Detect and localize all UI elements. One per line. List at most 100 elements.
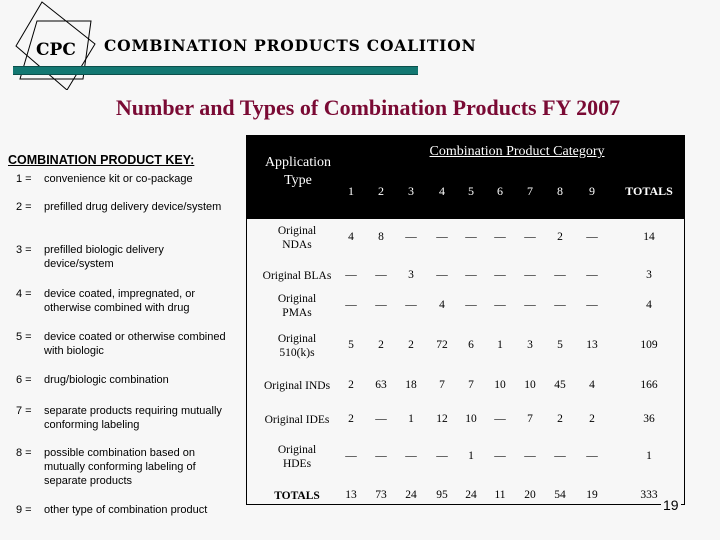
key-item: 6 = drug/biologic combination [16, 373, 234, 387]
table-cell: 4 [589, 379, 595, 391]
key-number: 8 = [16, 447, 32, 459]
table-cell: 45 [554, 379, 566, 391]
row-label: Original PMAs [277, 293, 317, 319]
table-cell: — [586, 269, 598, 281]
row-label: Original 510(k)s [277, 333, 317, 359]
key-item: 7 = separate products requiring mutually … [16, 404, 234, 432]
table-cell: 2 [408, 339, 414, 351]
column-header-totals: TOTALS [625, 184, 673, 198]
key-description: drug/biologic combination [44, 374, 169, 386]
table-cell: — [554, 299, 566, 311]
table-cell: 11 [494, 489, 506, 501]
table-cell: 72 [436, 339, 448, 351]
table-cell: 7 [439, 379, 445, 391]
key-item: 2 = prefilled drug delivery device/system [16, 200, 234, 214]
table-cell: 2 [348, 413, 354, 425]
key-description: prefilled drug delivery device/system [44, 201, 222, 213]
table-cell: 10 [494, 379, 506, 391]
table-cell: 24 [465, 489, 477, 501]
column-header: 5 [468, 184, 474, 198]
table-cell: — [524, 450, 536, 462]
table-cell: — [405, 299, 417, 311]
key-description: device coated, impregnated, or otherwise… [44, 288, 196, 314]
column-header: 1 [348, 184, 354, 198]
table-cell: — [524, 231, 536, 243]
table-header: Application Type Combination Product Cat… [247, 136, 684, 219]
data-table: Application Type Combination Product Cat… [246, 135, 685, 505]
table-cell: — [494, 299, 506, 311]
row-label: Original IDEs [264, 414, 330, 426]
key-item: 9 = other type of combination product [16, 503, 234, 517]
row-total-cell: 1 [646, 450, 652, 462]
table-cell: — [524, 299, 536, 311]
table-cell: 4 [439, 299, 445, 311]
column-header: 6 [497, 184, 503, 198]
table-cell: 2 [557, 231, 563, 243]
key-description: convenience kit or co-package [44, 173, 193, 185]
table-cell: — [436, 450, 448, 462]
table-cell: 1 [468, 450, 474, 462]
row-total-cell: 14 [643, 231, 655, 243]
key-description: prefilled biologic delivery device/syste… [44, 244, 164, 270]
key-number: 4 = [16, 288, 32, 300]
row-total-cell: 166 [640, 379, 658, 391]
row-label: TOTALS [274, 490, 320, 502]
table-cell: 3 [408, 269, 414, 281]
key-number: 2 = [16, 201, 32, 213]
table-cell: 20 [524, 489, 536, 501]
table-cell: — [345, 299, 357, 311]
key-description: separate products requiring mutually con… [44, 405, 222, 431]
column-header: 7 [527, 184, 533, 198]
table-cell: — [586, 231, 598, 243]
table-cell: 2 [348, 379, 354, 391]
table-cell: — [436, 269, 448, 281]
table-cell: 4 [348, 231, 354, 243]
table-cell: — [375, 450, 387, 462]
table-cell: 18 [405, 379, 417, 391]
table-cell: — [405, 231, 417, 243]
table-cell: — [436, 231, 448, 243]
key-number: 9 = [16, 504, 32, 516]
table-cell: — [375, 269, 387, 281]
table-cell: 1 [497, 339, 503, 351]
table-cell: 19 [586, 489, 598, 501]
table-cell: — [494, 450, 506, 462]
table-cell: 95 [436, 489, 448, 501]
table-cell: 13 [345, 489, 357, 501]
key-number: 7 = [16, 405, 32, 417]
table-cell: — [375, 299, 387, 311]
table-cell: 54 [554, 489, 566, 501]
table-cell: — [494, 231, 506, 243]
key-description: other type of combination product [44, 504, 208, 516]
table-cell: 2 [557, 413, 563, 425]
key-item: 5 = device coated or otherwise combined w… [16, 330, 234, 358]
table-cell: — [494, 413, 506, 425]
table-cell: 63 [375, 379, 387, 391]
row-label: Original INDs [263, 380, 331, 392]
table-cell: — [554, 450, 566, 462]
table-cell: 12 [436, 413, 448, 425]
application-type-header: Application Type [264, 155, 332, 188]
header-divider [13, 66, 418, 75]
table-cell: — [405, 450, 417, 462]
page-number: 19 [661, 497, 681, 513]
table-cell: 5 [348, 339, 354, 351]
row-total-cell: 36 [643, 413, 655, 425]
table-cell: — [345, 450, 357, 462]
key-item: 1 = convenience kit or co-package [16, 172, 234, 186]
table-cell: 7 [527, 413, 533, 425]
category-header: Combination Product Category [429, 144, 605, 159]
key-item: 8 = possible combination based on mutuall… [16, 446, 234, 488]
column-header: 8 [557, 184, 563, 198]
table-cell: 73 [375, 489, 387, 501]
key-number: 6 = [16, 374, 32, 386]
key-number: 3 = [16, 244, 32, 256]
row-label: Original NDAs [277, 225, 317, 251]
table-cell: — [375, 413, 387, 425]
key-heading: COMBINATION PRODUCT KEY: [8, 153, 195, 167]
logo-mark: CPC [36, 40, 76, 60]
org-name: COMBINATION PRODUCTS COALITION [104, 36, 477, 55]
row-total-cell: 3 [646, 269, 652, 281]
table-cell: — [494, 269, 506, 281]
table-cell: — [465, 269, 477, 281]
